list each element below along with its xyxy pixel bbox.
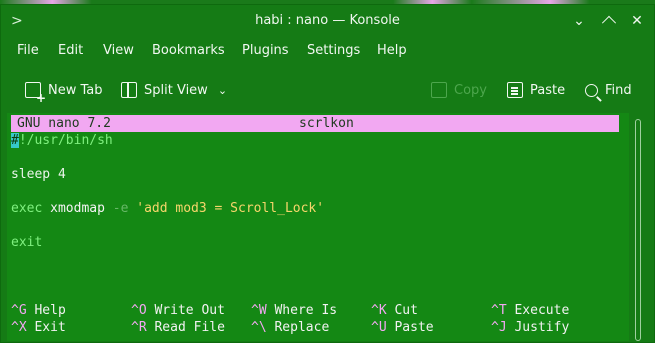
maximize-button[interactable] — [599, 11, 619, 31]
shortcut-label: Cut — [394, 303, 418, 318]
menu-view[interactable]: View — [103, 43, 134, 58]
close-icon: ✕ — [631, 13, 643, 29]
shortcut-key: ^U — [371, 320, 387, 335]
shortcut-read-file[interactable]: ^R Read File — [131, 319, 225, 336]
shortcut-label: Replace — [274, 320, 330, 335]
code-line-sleep[interactable]: sleep 4 — [11, 166, 66, 183]
menu-help[interactable]: Help — [377, 43, 407, 58]
copy-label: Copy — [454, 82, 487, 98]
split-view-button[interactable]: Split View ⌄ — [121, 79, 227, 101]
search-icon — [585, 83, 598, 97]
shortcut-exit[interactable]: ^X Exit — [11, 319, 66, 336]
nano-filename: scrlkon — [299, 116, 354, 131]
paste-button[interactable]: Paste — [507, 79, 565, 101]
shortcut-write-out[interactable]: ^O Write Out — [131, 302, 225, 319]
shortcut-key: ^K — [371, 303, 387, 318]
text-cursor: # — [11, 133, 19, 148]
nano-version: GNU nano 7.2 — [17, 116, 111, 131]
new-tab-icon — [25, 82, 46, 105]
shortcut-label: Paste — [394, 320, 434, 335]
new-tab-button[interactable]: New Tab — [25, 79, 103, 105]
title-bar[interactable]: > habi : nano — Konsole ⌄ ✕ — [1, 5, 654, 37]
code-line-exec[interactable]: exec xmodmap -e 'add mod3 = Scroll_Lock' — [11, 200, 324, 217]
shortcut-key: ^X — [11, 320, 27, 335]
shortcut-label: Execute — [514, 303, 570, 318]
split-view-icon — [121, 82, 137, 98]
shortcut-execute[interactable]: ^T Execute — [491, 302, 569, 319]
split-view-label: Split View — [144, 82, 208, 98]
exec-keyword: exec — [11, 201, 43, 216]
shortcut-where-is[interactable]: ^W Where Is — [251, 302, 337, 319]
exec-command: xmodmap — [50, 201, 105, 216]
code-line-exit[interactable]: exit — [11, 234, 42, 251]
menu-bar: File Edit View Bookmarks Plugins Setting… — [1, 41, 654, 63]
code-line-shebang[interactable]: #!/usr/bin/sh — [11, 132, 113, 149]
window-title: habi : nano — Konsole — [255, 13, 400, 28]
shortcut-justify[interactable]: ^J Justify — [491, 319, 569, 336]
copy-button[interactable]: Copy — [431, 79, 487, 101]
vertical-scrollbar[interactable] — [635, 119, 641, 341]
close-button[interactable]: ✕ — [627, 11, 647, 31]
shortcut-label: Read File — [154, 320, 225, 335]
copy-icon — [431, 82, 447, 98]
find-button[interactable]: Find — [585, 79, 632, 101]
shebang-text: !/usr/bin/sh — [18, 133, 113, 148]
menu-edit[interactable]: Edit — [58, 43, 83, 58]
find-label: Find — [605, 82, 632, 98]
exit-text: exit — [11, 235, 43, 250]
restore-icon — [601, 15, 617, 30]
minimize-button[interactable]: ⌄ — [569, 11, 589, 31]
paste-label: Paste — [530, 82, 566, 98]
shortcut-label: Help — [34, 303, 66, 318]
shortcut-key: ^O — [131, 303, 147, 318]
paste-icon — [507, 82, 523, 98]
toolbar: New Tab Split View ⌄ Copy Paste Find — [1, 75, 654, 105]
menu-file[interactable]: File — [17, 43, 39, 58]
menu-plugins[interactable]: Plugins — [242, 43, 289, 58]
shortcut-replace[interactable]: ^\ Replace — [251, 319, 329, 336]
shortcut-label: Where Is — [274, 303, 338, 318]
shortcut-key: ^W — [251, 303, 267, 318]
exec-option: -e — [112, 201, 129, 216]
menu-settings[interactable]: Settings — [307, 43, 360, 58]
konsole-window: > habi : nano — Konsole ⌄ ✕ File Edit Vi… — [0, 4, 655, 343]
exec-string: 'add mod3 = Scroll_Lock' — [136, 201, 325, 216]
sleep-text: sleep 4 — [11, 167, 66, 182]
shortcut-key: ^G — [11, 303, 27, 318]
shortcut-help[interactable]: ^G Help — [11, 302, 66, 319]
shortcut-label: Justify — [514, 320, 570, 335]
nano-title-bar: GNU nano 7.2 scrlkon — [11, 115, 619, 132]
shortcut-key: ^T — [491, 303, 507, 318]
shortcut-cut[interactable]: ^K Cut — [371, 302, 418, 319]
shortcut-paste[interactable]: ^U Paste — [371, 319, 434, 336]
chevron-down-icon: ⌄ — [573, 13, 585, 29]
shortcut-key: ^J — [491, 320, 507, 335]
terminal-area[interactable]: GNU nano 7.2 scrlkon #!/usr/bin/sh sleep… — [7, 113, 629, 341]
shortcut-label: Write Out — [154, 303, 225, 318]
shortcut-label: Exit — [34, 320, 66, 335]
shortcut-key: ^\ — [251, 320, 267, 335]
shortcut-key: ^R — [131, 320, 147, 335]
menu-bookmarks[interactable]: Bookmarks — [152, 43, 225, 58]
chevron-down-icon[interactable]: ⌄ — [218, 84, 227, 97]
new-tab-label: New Tab — [48, 82, 103, 98]
